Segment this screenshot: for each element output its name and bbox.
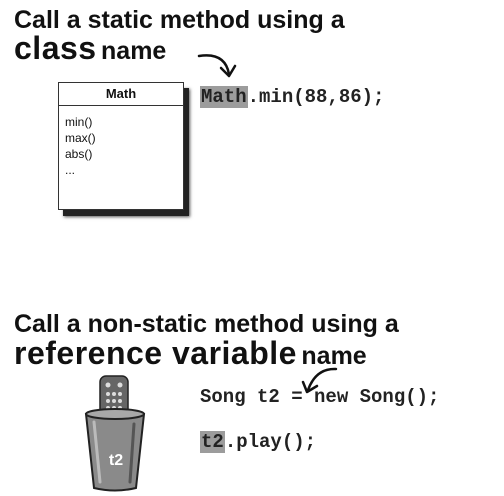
play-call-line: t2.play();: [200, 431, 316, 453]
play-call-rest: .play();: [224, 431, 317, 453]
cup-label: t2: [108, 452, 124, 469]
static-heading-name: name: [101, 37, 167, 65]
arrow-to-t2: [301, 367, 338, 394]
cup-with-remote-icon: [84, 375, 146, 492]
uml-class-title: Math: [59, 83, 183, 106]
uml-operations-list: min() max() abs() ...: [59, 106, 183, 178]
uml-operation: max(): [65, 131, 96, 145]
math-class-diagram: Math min() max() abs() ...: [58, 82, 184, 210]
class-name-highlight: Math: [200, 86, 248, 108]
uml-operation: abs(): [65, 147, 93, 161]
static-heading-line2: class name: [14, 32, 166, 64]
uml-operation: ...: [65, 163, 76, 177]
uml-operation: min(): [65, 115, 93, 129]
nonstatic-heading-line2: reference variable name: [14, 337, 367, 369]
reference-variable-highlight: t2: [200, 431, 225, 453]
nonstatic-heading-line1: Call a non-static method using a: [14, 310, 399, 338]
nonstatic-heading-big: reference variable: [14, 335, 297, 371]
static-heading-big: class: [14, 30, 97, 66]
curved-arrow-to-class: [197, 54, 237, 78]
static-code-line: Math.min(88,86);: [200, 86, 384, 108]
static-code-rest: .min(88,86);: [247, 86, 385, 108]
